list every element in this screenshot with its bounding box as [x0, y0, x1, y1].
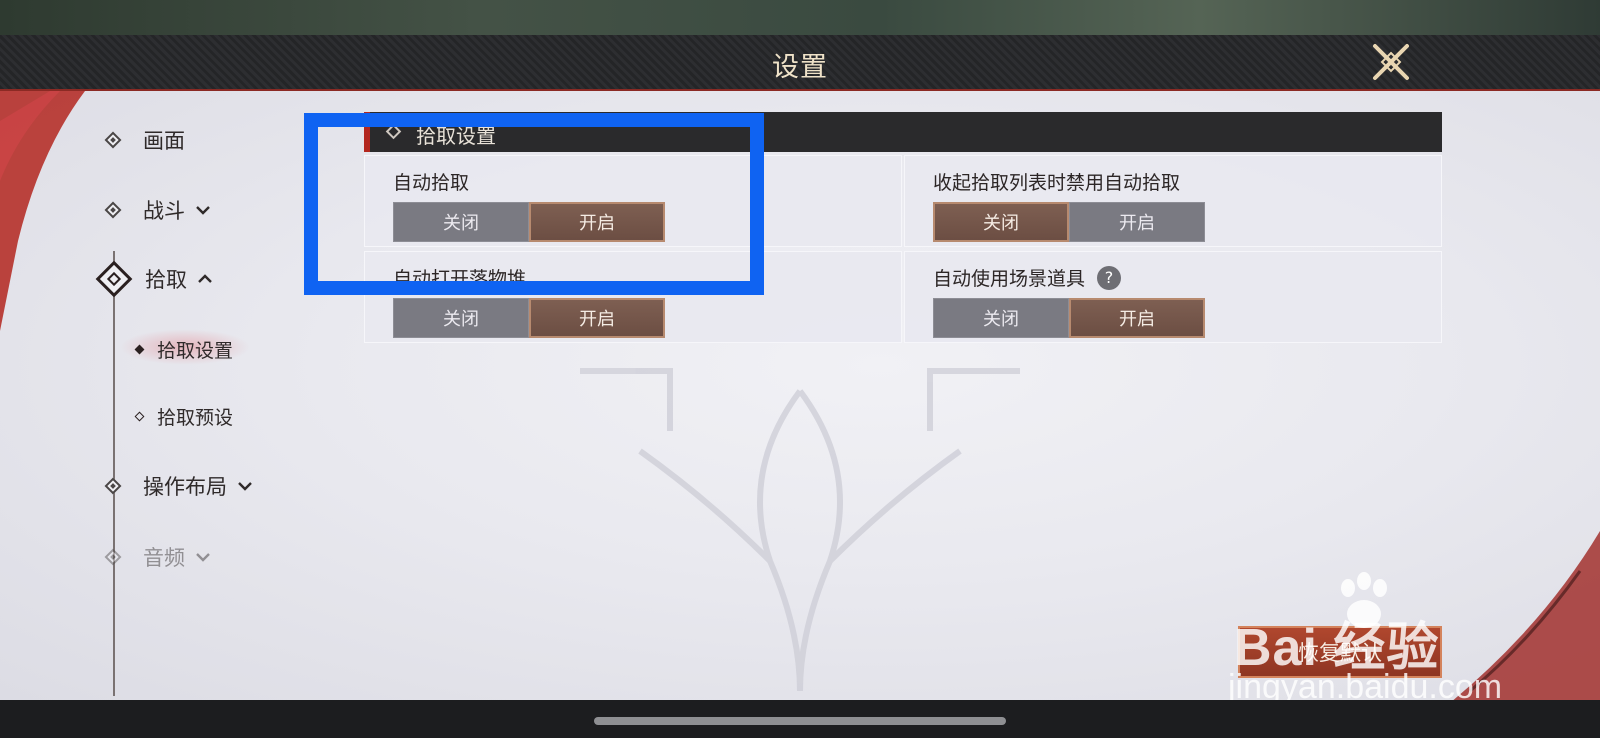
diamond-icon [104, 201, 122, 219]
nav-item-combat[interactable]: 战斗 [104, 195, 211, 225]
toggle-on-button[interactable]: 开启 [529, 298, 665, 338]
help-icon[interactable]: ? [1097, 265, 1122, 290]
nav-item-label: 操作布局 [143, 475, 227, 499]
nav-item-audio[interactable]: 音频 [104, 542, 211, 572]
section-header: 拾取设置 [364, 112, 1442, 152]
chevron-down-icon [196, 206, 210, 215]
setting-label: 自动拾取 [393, 172, 470, 194]
nav-subitem-pickup-presets[interactable]: 拾取预设 [134, 403, 234, 430]
setting-label: 自动使用场景道具 ? [933, 264, 1122, 291]
toggle-group: 关闭 开启 [393, 298, 665, 338]
section-title: 拾取设置 [416, 124, 496, 148]
setting-auto-use-scene-items: 自动使用场景道具 ? 关闭 开启 [904, 251, 1442, 343]
nav-item-label: 画面 [143, 129, 185, 153]
diamond-icon [385, 123, 402, 140]
settings-header: 设置 [0, 35, 1600, 91]
setting-label: 收起拾取列表时禁用自动拾取 [933, 172, 1181, 194]
restore-defaults-button[interactable]: 恢复默认 [1238, 626, 1442, 678]
home-indicator[interactable] [594, 717, 1006, 725]
flower-emblem-decoration [580, 368, 1020, 692]
setting-auto-pickup: 自动拾取 关闭 开启 [364, 155, 902, 247]
bullet-icon [134, 411, 145, 422]
nav-item-controls-layout[interactable]: 操作布局 [104, 471, 253, 501]
toggle-group: 关闭 开启 [933, 298, 1205, 338]
nav-subitem-pickup-settings[interactable]: 拾取设置 [134, 336, 234, 363]
nav-item-pickup[interactable]: 拾取 [95, 260, 213, 298]
setting-label: 自动打开落物堆 [393, 268, 527, 290]
chevron-down-icon [196, 553, 210, 562]
close-icon[interactable] [1371, 42, 1411, 82]
page-title: 设置 [772, 52, 828, 83]
nav-item-display[interactable]: 画面 [104, 125, 185, 155]
diamond-icon [104, 131, 122, 149]
toggle-on-button[interactable]: 开启 [529, 202, 665, 242]
subitem-label: 拾取设置 [157, 340, 234, 362]
diamond-icon [104, 548, 122, 566]
toggle-off-button[interactable]: 关闭 [933, 202, 1069, 242]
toggle-off-button[interactable]: 关闭 [393, 298, 529, 338]
toggle-on-button[interactable]: 开启 [1069, 298, 1205, 338]
chevron-up-icon [198, 274, 212, 283]
active-diamond-icon [95, 260, 133, 298]
diamond-icon [104, 477, 122, 495]
toggle-group: 关闭 开启 [393, 202, 665, 242]
nav-item-label: 拾取 [145, 268, 187, 292]
subitem-label: 拾取预设 [157, 407, 234, 429]
red-brush-decoration [0, 91, 85, 331]
nav-item-label: 音频 [143, 546, 185, 570]
toggle-group: 关闭 开启 [933, 202, 1205, 242]
toggle-on-button[interactable]: 开启 [1069, 202, 1205, 242]
settings-panel: 画面 战斗 拾取 拾取设置 拾取预设 操作布局 音频 拾取设置 自动拾取 关闭 … [0, 91, 1600, 700]
game-scene-background [0, 0, 1600, 36]
setting-disable-auto-pickup-when-collapsed: 收起拾取列表时禁用自动拾取 关闭 开启 [904, 155, 1442, 247]
setting-auto-open-loot-pile: 自动打开落物堆 关闭 开启 [364, 251, 902, 343]
chevron-down-icon [238, 482, 252, 491]
bullet-icon [134, 344, 145, 355]
toggle-off-button[interactable]: 关闭 [933, 298, 1069, 338]
nav-item-label: 战斗 [143, 199, 185, 223]
toggle-off-button[interactable]: 关闭 [393, 202, 529, 242]
